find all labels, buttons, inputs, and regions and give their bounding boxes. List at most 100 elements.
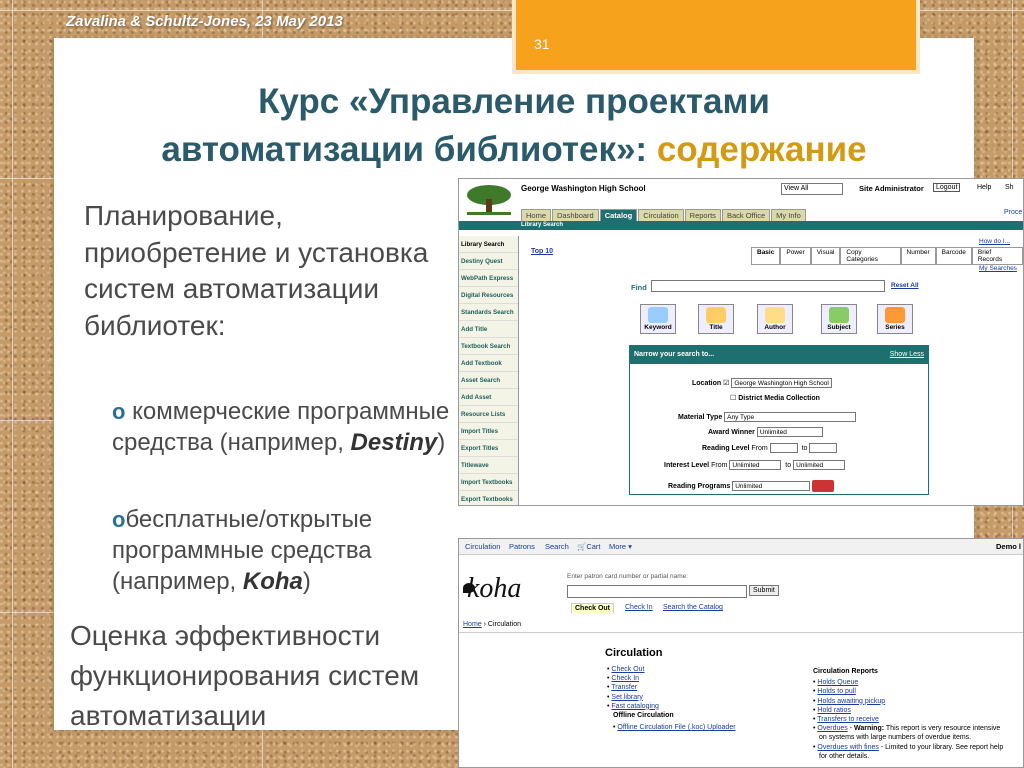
offline-uploader-link[interactable]: Offline Circulation File (.koc) Uploader <box>617 724 735 731</box>
series-icon <box>885 307 905 323</box>
material-row: Material Type Any Type <box>678 412 857 422</box>
sub-bullet-close: ) <box>302 568 311 595</box>
holds-queue-link[interactable]: Holds Queue <box>817 679 858 686</box>
overdues-fines-link[interactable]: Overdues with fines <box>817 744 878 751</box>
nav-cart[interactable]: 🛒Cart <box>577 542 601 551</box>
shop-link[interactable]: Sh <box>1005 184 1014 191</box>
checkbox-icon[interactable]: ☐ <box>730 395 736 402</box>
reading-programs-select[interactable]: Unlimited <box>732 481 811 491</box>
tab-search-catalog[interactable]: Search the Catalog <box>663 604 723 611</box>
sub-bullet-commercial: o коммерческие программные средства (нап… <box>112 396 452 458</box>
title-line-2: автоматизации библиотек»: содержание <box>54 126 974 174</box>
search-tab-basic[interactable]: Basic <box>751 247 781 265</box>
location-select[interactable]: George Washington High School <box>731 378 832 388</box>
breadcrumb-home[interactable]: Home <box>463 621 482 628</box>
sidebar-item[interactable]: Library Search <box>459 236 518 253</box>
koha-logo: koha <box>462 573 522 604</box>
holds-to-pull-link[interactable]: Holds to pull <box>817 688 856 695</box>
sidebar-item[interactable]: Export Textbooks <box>459 491 518 505</box>
list-item: Overdues - Warning: This report is very … <box>813 724 1003 733</box>
title-line-1: Курс «Управление проектами <box>258 82 770 121</box>
material-select[interactable]: Any Type <box>724 412 857 422</box>
check-out-link[interactable]: Check Out <box>611 666 644 673</box>
sidebar-item[interactable]: Add Textbook <box>459 355 518 372</box>
search-tab-number[interactable]: Number <box>900 247 936 265</box>
patron-search-input[interactable] <box>567 585 747 598</box>
reading-to-input[interactable] <box>809 443 838 453</box>
location-row: Location ☑ George Washington High School <box>692 378 832 388</box>
view-all-select[interactable]: View All <box>781 183 843 195</box>
logout-button[interactable]: Logout <box>933 183 961 192</box>
find-input[interactable] <box>651 280 885 292</box>
list-item: Overdues with fines - Limited to your li… <box>813 743 1003 752</box>
interest-to-select[interactable]: Unlimited <box>793 460 846 470</box>
search-tab-brief-records[interactable]: Brief Records <box>971 247 1023 265</box>
list-item: Offline Circulation File (.koc) Uploader <box>607 723 735 732</box>
checkbox-icon[interactable]: ☑ <box>723 380 729 387</box>
keyword-label: Keyword <box>644 324 672 331</box>
sidebar-item[interactable]: Add Title <box>459 321 518 338</box>
title-search-button[interactable]: Title <box>698 304 734 334</box>
holds-awaiting-pickup-link[interactable]: Holds awaiting pickup <box>817 698 885 705</box>
award-label: Award Winner <box>708 428 755 436</box>
check-in-link[interactable]: Check In <box>611 675 639 682</box>
sidebar-item[interactable]: Titlewave <box>459 457 518 474</box>
nav-search[interactable]: Search <box>545 542 569 551</box>
nav-patrons[interactable]: Patrons <box>509 542 535 551</box>
sidebar-item[interactable]: Import Textbooks <box>459 474 518 491</box>
reading-from-input[interactable] <box>769 443 798 453</box>
search-tab-barcode[interactable]: Barcode <box>935 247 972 265</box>
overdues-note: This report is very resource intensive <box>885 725 1001 733</box>
sidebar-item[interactable]: Resource Lists <box>459 406 518 423</box>
quill-icon <box>765 307 785 323</box>
sidebar-item[interactable]: Export Titles <box>459 440 518 457</box>
series-label: Series <box>885 324 905 331</box>
search-tab-visual[interactable]: Visual <box>810 247 841 265</box>
sidebar-item[interactable]: Import Titles <box>459 423 518 440</box>
hold-ratios-link[interactable]: Hold ratios <box>817 707 850 714</box>
nav-more[interactable]: More ▾ <box>609 542 632 551</box>
award-select[interactable]: Unlimited <box>756 427 823 437</box>
author-search-button[interactable]: Author <box>757 304 793 334</box>
nav-circulation[interactable]: Circulation <box>465 542 500 551</box>
sidebar-item[interactable]: Add Asset <box>459 389 518 406</box>
sidebar-item[interactable]: Standards Search <box>459 304 518 321</box>
author-label: Author <box>764 324 786 331</box>
tab-check-in[interactable]: Check In <box>625 604 653 611</box>
my-searches-link[interactable]: My Searches <box>979 265 1017 272</box>
transfers-to-receive-link[interactable]: Transfers to receive <box>817 716 879 723</box>
list-item: Hold ratios <box>813 706 1003 715</box>
show-less-link[interactable]: Show Less <box>890 346 924 364</box>
list-item: Transfers to receive <box>813 715 1003 724</box>
sidebar-item[interactable]: WebPath Express <box>459 270 518 287</box>
reset-all-link[interactable]: Reset All <box>891 282 919 289</box>
overdues-link[interactable]: Overdues <box>817 725 847 732</box>
sidebar-item[interactable]: Destiny Quest <box>459 253 518 270</box>
interest-from-select[interactable]: Unlimited <box>729 460 782 470</box>
series-search-button[interactable]: Series <box>877 304 913 334</box>
sidebar-item[interactable]: Digital Resources <box>459 287 518 304</box>
sidebar-item[interactable]: Textbook Search <box>459 338 518 355</box>
list-item: Check Out <box>607 665 736 674</box>
subject-search-button[interactable]: Subject <box>821 304 857 334</box>
nav-cart-label: Cart <box>586 542 601 551</box>
overdues-note-2: on systems with large numbers of overdue… <box>819 734 972 742</box>
to-label: to <box>801 444 808 452</box>
submit-button[interactable]: Submit <box>749 585 779 596</box>
main-bullet-text: Планирование, приобретение и установка с… <box>84 200 429 341</box>
top-10-link[interactable]: Top 10 <box>531 248 553 255</box>
tab-check-out[interactable]: Check Out <box>571 603 615 613</box>
procedures-link[interactable]: Proce <box>1004 209 1022 216</box>
bullet-marker-icon: o <box>112 507 126 532</box>
title-line-2-main: автоматизации библиотек»: <box>161 130 657 169</box>
keyword-search-button[interactable]: Keyword <box>640 304 676 334</box>
transfer-link[interactable]: Transfer <box>611 684 637 691</box>
help-link[interactable]: Help <box>977 184 991 191</box>
search-tab-power[interactable]: Power <box>780 247 811 265</box>
how-do-i-link[interactable]: How do I... <box>979 238 1010 245</box>
award-row: Award Winner Unlimited <box>708 427 823 437</box>
set-library-link[interactable]: Set library <box>611 694 643 701</box>
sidebar-item[interactable]: Asset Search <box>459 372 518 389</box>
search-tab-copy-categories[interactable]: Copy Categories <box>840 247 901 265</box>
fast-cataloging-link[interactable]: Fast cataloging <box>611 703 658 710</box>
